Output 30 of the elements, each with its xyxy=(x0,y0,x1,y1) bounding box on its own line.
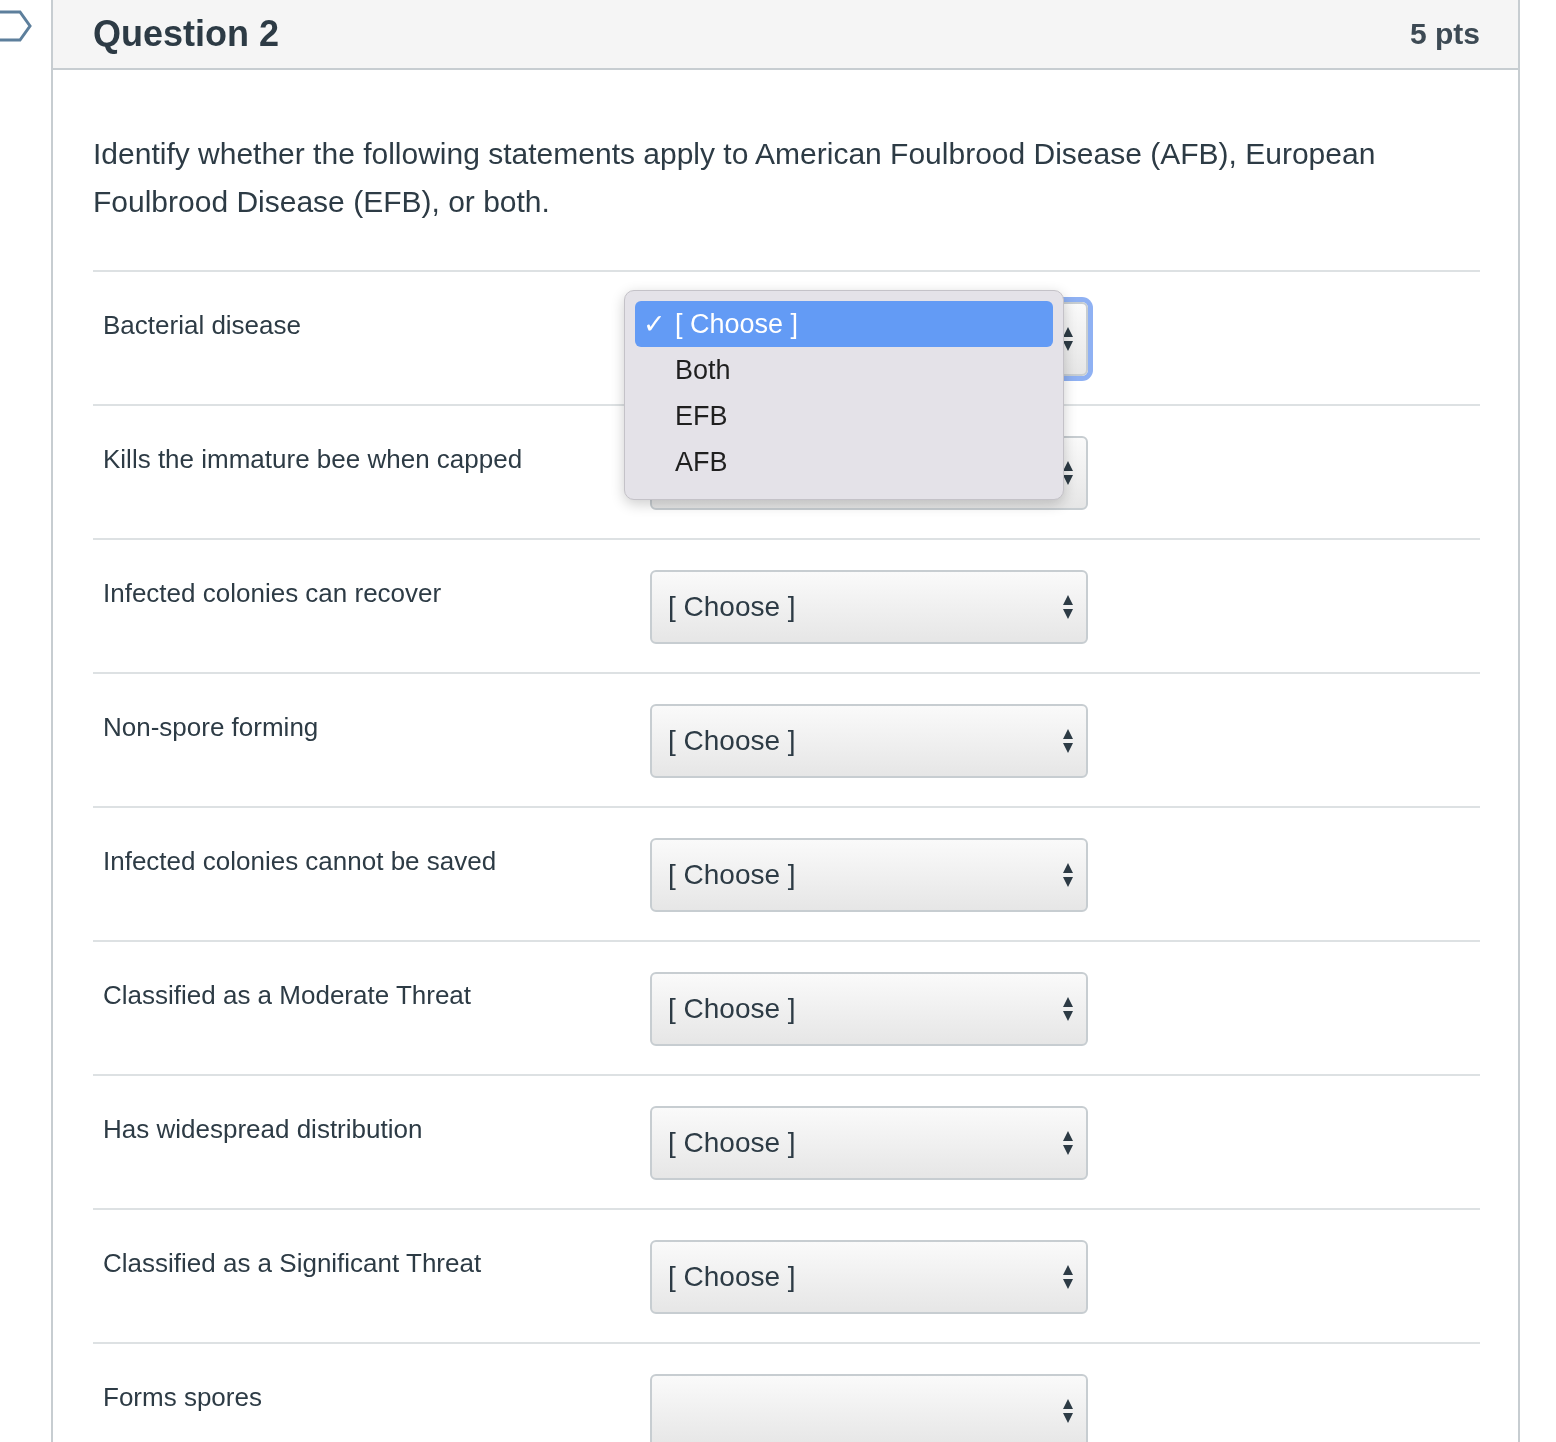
up-down-arrows-icon xyxy=(1062,1264,1074,1290)
points-label: 5 pts xyxy=(1409,17,1480,51)
dropdown-option[interactable]: EFB xyxy=(635,393,1053,439)
answer-dropdown[interactable]: [ Choose ] xyxy=(650,1106,1088,1180)
answer-dropdown[interactable]: [ Choose ] xyxy=(650,838,1088,912)
answer-dropdown[interactable]: [ Choose ] xyxy=(650,570,1088,644)
statement-text: Classified as a Moderate Threat xyxy=(102,979,473,1012)
question-title: Question 2 xyxy=(93,13,280,55)
statement-text: Infected colonies cannot be saved xyxy=(102,845,498,878)
dropdown-option[interactable]: Both xyxy=(635,347,1053,393)
up-down-arrows-icon xyxy=(1062,594,1074,620)
statement-text: Forms spores xyxy=(102,1381,263,1414)
statement-text: Non-spore forming xyxy=(102,711,320,744)
statement-text: Kills the immature bee when capped xyxy=(102,443,524,476)
question-prompt: Identify whether the following statements apply to American Foulbrood Disease (AFB), European Foulbrood Disease (EFB), or both. xyxy=(93,136,1377,220)
answer-dropdown[interactable]: [ Choose ] xyxy=(650,704,1088,778)
statement-text: Infected colonies can recover xyxy=(102,577,443,610)
statement-text: Classified as a Significant Threat xyxy=(102,1247,483,1280)
up-down-arrows-icon xyxy=(1062,1398,1074,1424)
up-down-arrows-icon xyxy=(1062,326,1074,352)
dropdown-option[interactable]: AFB xyxy=(635,439,1053,485)
answer-dropdown[interactable]: [ Choose ] xyxy=(650,972,1088,1046)
up-down-arrows-icon xyxy=(1062,460,1074,486)
up-down-arrows-icon xyxy=(1062,996,1074,1022)
statement-text: Has widespread distribution xyxy=(102,1113,424,1146)
statement-text: Bacterial disease xyxy=(102,309,302,342)
answer-dropdown[interactable]: [ Choose ] xyxy=(650,1240,1088,1314)
up-down-arrows-icon xyxy=(1062,1130,1074,1156)
up-down-arrows-icon xyxy=(1062,862,1074,888)
up-down-arrows-icon xyxy=(1062,728,1074,754)
